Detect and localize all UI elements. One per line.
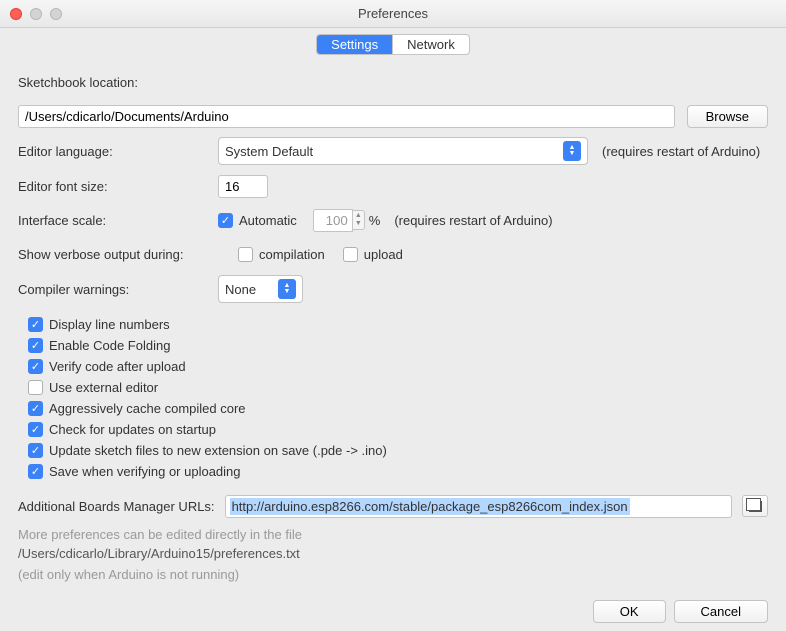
restart-hint-2: (requires restart of Arduino) bbox=[394, 213, 552, 228]
sketchbook-path-input[interactable] bbox=[18, 105, 675, 128]
line-numbers-checkbox[interactable]: ✓ bbox=[28, 317, 43, 332]
scale-input[interactable] bbox=[313, 209, 353, 232]
verify-upload-label: Verify code after upload bbox=[49, 359, 186, 374]
compilation-checkbox[interactable] bbox=[238, 247, 253, 262]
editor-language-label: Editor language: bbox=[18, 144, 218, 159]
editor-language-value: System Default bbox=[225, 144, 313, 159]
font-size-input[interactable] bbox=[218, 175, 268, 198]
footer: OK Cancel bbox=[0, 592, 786, 631]
tab-group: Settings Network bbox=[316, 34, 470, 55]
compiler-warnings-value: None bbox=[225, 282, 256, 297]
check-updates-label: Check for updates on startup bbox=[49, 422, 216, 437]
spinner-icon[interactable]: ▲▼ bbox=[353, 210, 365, 230]
interface-scale-label: Interface scale: bbox=[18, 213, 218, 228]
percent-label: % bbox=[369, 213, 381, 228]
code-folding-label: Enable Code Folding bbox=[49, 338, 170, 353]
editor-language-select[interactable]: System Default ▲▼ bbox=[218, 137, 588, 165]
browse-button[interactable]: Browse bbox=[687, 105, 768, 128]
verify-upload-checkbox[interactable]: ✓ bbox=[28, 359, 43, 374]
save-verify-label: Save when verifying or uploading bbox=[49, 464, 241, 479]
sketchbook-label: Sketchbook location: bbox=[18, 75, 138, 90]
edit-only-note: (edit only when Arduino is not running) bbox=[18, 567, 768, 582]
automatic-label: Automatic bbox=[239, 213, 297, 228]
restart-hint: (requires restart of Arduino) bbox=[602, 144, 760, 159]
update-ext-checkbox[interactable]: ✓ bbox=[28, 443, 43, 458]
tab-network[interactable]: Network bbox=[393, 35, 469, 54]
external-editor-label: Use external editor bbox=[49, 380, 158, 395]
chevron-updown-icon: ▲▼ bbox=[278, 279, 296, 299]
compilation-label: compilation bbox=[259, 247, 325, 262]
compiler-warnings-label: Compiler warnings: bbox=[18, 282, 218, 297]
chevron-updown-icon: ▲▼ bbox=[563, 141, 581, 161]
check-updates-checkbox[interactable]: ✓ bbox=[28, 422, 43, 437]
more-prefs-note: More preferences can be edited directly … bbox=[18, 527, 768, 542]
update-ext-label: Update sketch files to new extension on … bbox=[49, 443, 387, 458]
scale-stepper[interactable]: ▲▼ bbox=[313, 209, 365, 232]
upload-checkbox[interactable] bbox=[343, 247, 358, 262]
window-title: Preferences bbox=[0, 6, 786, 21]
line-numbers-label: Display line numbers bbox=[49, 317, 170, 332]
upload-label: upload bbox=[364, 247, 403, 262]
tab-bar: Settings Network bbox=[0, 28, 786, 59]
save-verify-checkbox[interactable]: ✓ bbox=[28, 464, 43, 479]
tab-settings[interactable]: Settings bbox=[317, 35, 393, 54]
cache-core-checkbox[interactable]: ✓ bbox=[28, 401, 43, 416]
external-editor-checkbox[interactable] bbox=[28, 380, 43, 395]
boards-urls-label: Additional Boards Manager URLs: bbox=[18, 499, 215, 514]
titlebar: Preferences bbox=[0, 0, 786, 28]
ok-button[interactable]: OK bbox=[593, 600, 666, 623]
window-icon bbox=[749, 501, 762, 512]
compiler-warnings-select[interactable]: None ▲▼ bbox=[218, 275, 303, 303]
boards-urls-input[interactable]: http://arduino.esp8266.com/stable/packag… bbox=[225, 495, 732, 518]
open-urls-dialog-button[interactable] bbox=[742, 495, 768, 517]
cancel-button[interactable]: Cancel bbox=[674, 600, 768, 623]
content-panel: Sketchbook location: Browse Editor langu… bbox=[0, 59, 786, 592]
font-size-label: Editor font size: bbox=[18, 179, 218, 194]
automatic-checkbox[interactable]: ✓ bbox=[218, 213, 233, 228]
code-folding-checkbox[interactable]: ✓ bbox=[28, 338, 43, 353]
cache-core-label: Aggressively cache compiled core bbox=[49, 401, 246, 416]
prefs-path: /Users/cdicarlo/Library/Arduino15/prefer… bbox=[18, 546, 768, 561]
boards-urls-value: http://arduino.esp8266.com/stable/packag… bbox=[230, 498, 630, 515]
verbose-label: Show verbose output during: bbox=[18, 247, 238, 262]
